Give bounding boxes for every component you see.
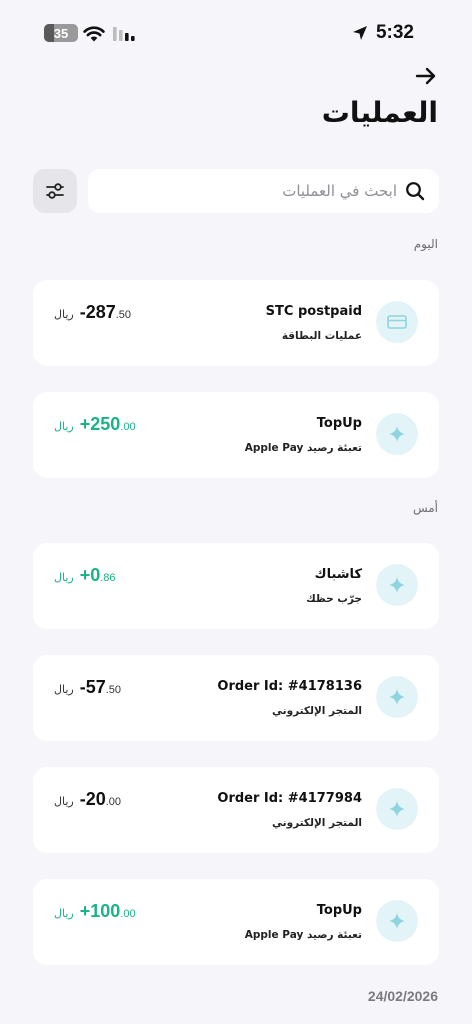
sparkle-icon xyxy=(376,676,418,718)
amount-value: +100 xyxy=(79,901,121,921)
amount-decimals: .50 xyxy=(115,309,132,321)
amount-value: +0 xyxy=(79,565,101,585)
sparkle-icon xyxy=(376,900,418,942)
currency-label: ريال xyxy=(54,907,74,920)
status-bar: 35 5:32 xyxy=(0,0,472,60)
transaction-amount: ريال +0.86 xyxy=(54,565,116,586)
transaction-card[interactable]: TopUp تعبئة رصيد Apple Pay ريال +250.00 xyxy=(33,392,439,478)
sparkle-icon xyxy=(376,413,418,455)
sparkle-icon xyxy=(376,788,418,830)
back-arrow-icon[interactable] xyxy=(414,64,438,88)
amount-value: +250 xyxy=(79,414,121,434)
amount-decimals: .00 xyxy=(120,421,136,433)
transaction-card[interactable]: Order Id: #4177984 المتجر الإلكتروني ريا… xyxy=(33,767,439,853)
transaction-title: TopUp xyxy=(316,903,362,918)
transaction-amount: ريال -287.50 xyxy=(54,302,131,323)
sparkle-icon xyxy=(376,564,418,606)
battery-indicator: 35 xyxy=(44,24,78,42)
transaction-card[interactable]: Order Id: #4178136 المتجر الإلكتروني ريا… xyxy=(33,655,439,741)
transaction-card[interactable]: STC postpaid عمليات البطاقة ريال -287.50 xyxy=(33,280,439,366)
page-title: العمليات xyxy=(321,96,438,129)
transaction-amount: ريال -57.50 xyxy=(54,677,121,698)
filter-sliders-icon xyxy=(46,183,64,199)
section-date-label: 24/02/2026 xyxy=(367,988,438,1004)
transaction-title: Order Id: #4178136 xyxy=(217,679,362,694)
battery-icon: 35 xyxy=(44,24,78,42)
transaction-title: TopUp xyxy=(316,416,362,431)
transaction-card[interactable]: كاشباك جرّب حظك ريال +0.86 xyxy=(33,543,439,629)
transaction-subtitle: المتجر الإلكتروني xyxy=(272,705,362,717)
transaction-card[interactable]: TopUp تعبئة رصيد Apple Pay ريال +100.00 xyxy=(33,879,439,965)
amount-decimals: .00 xyxy=(120,908,136,920)
card-icon xyxy=(376,301,418,343)
status-time-group: 5:32 xyxy=(352,22,414,44)
currency-label: ريال xyxy=(54,795,74,808)
transaction-amount: ريال +100.00 xyxy=(54,901,136,922)
filter-button[interactable] xyxy=(33,169,77,213)
search-input[interactable] xyxy=(88,169,405,213)
amount-value: -287 xyxy=(79,302,116,322)
transaction-subtitle: المتجر الإلكتروني xyxy=(272,817,362,829)
location-arrow-icon xyxy=(352,26,367,40)
transaction-amount: ريال -20.00 xyxy=(54,789,121,810)
amount-decimals: .00 xyxy=(105,796,122,808)
search-icon xyxy=(406,182,425,201)
transaction-amount: ريال +250.00 xyxy=(54,414,136,435)
amount-value: -57 xyxy=(79,677,106,697)
wifi-icon xyxy=(83,25,105,41)
transaction-title: كاشباك xyxy=(314,567,362,582)
amount-value: -20 xyxy=(79,789,106,809)
section-label-yesterday: أمس xyxy=(412,501,438,515)
signal-icon xyxy=(113,27,135,41)
transaction-subtitle: تعبئة رصيد Apple Pay xyxy=(244,929,362,941)
transaction-title: STC postpaid xyxy=(265,304,362,319)
currency-label: ريال xyxy=(54,683,74,696)
amount-decimals: .86 xyxy=(100,572,116,584)
section-label-today: اليوم xyxy=(413,237,438,251)
currency-label: ريال xyxy=(54,420,74,433)
currency-label: ريال xyxy=(54,308,74,321)
transaction-subtitle: عمليات البطاقة xyxy=(281,330,362,342)
amount-decimals: .50 xyxy=(105,684,122,696)
status-time: 5:32 xyxy=(375,22,414,43)
transaction-subtitle: جرّب حظك xyxy=(306,593,362,605)
status-indicators: 35 xyxy=(44,24,137,42)
battery-level: 35 xyxy=(53,25,69,41)
transaction-subtitle: تعبئة رصيد Apple Pay xyxy=(244,442,362,454)
currency-label: ريال xyxy=(54,571,74,584)
search-box[interactable] xyxy=(88,169,439,213)
transaction-title: Order Id: #4177984 xyxy=(217,791,362,806)
